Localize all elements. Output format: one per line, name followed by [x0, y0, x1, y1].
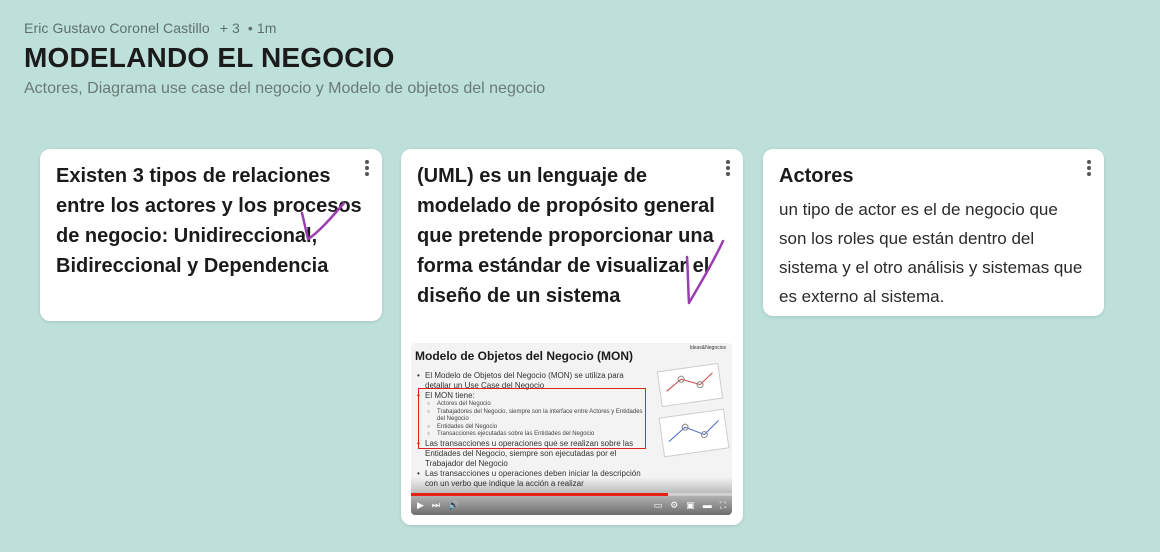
board-header: Eric Gustavo Coronel Castillo + 3 • 1m M… — [24, 20, 545, 98]
post-card-relations[interactable]: Existen 3 tipos de relaciones entre los … — [40, 149, 382, 321]
post-title: Existen 3 tipos de relaciones entre los … — [56, 165, 362, 277]
video-player[interactable]: Modelo de Objetos del Negocio (MON) Idea… — [411, 343, 732, 515]
board-title: MODELANDO EL NEGOCIO — [24, 42, 395, 73]
volume-icon[interactable]: 🔊 — [448, 499, 459, 511]
miniplayer-icon[interactable]: ▣ — [686, 499, 695, 511]
subtitles-icon[interactable]: ▭ — [654, 499, 663, 511]
play-icon[interactable]: ▶ — [417, 499, 424, 511]
post-card-uml[interactable]: (UML) es un lenguaje de modelado de prop… — [401, 149, 743, 525]
author-name[interactable]: Eric Gustavo Coronel Castillo — [24, 20, 210, 36]
post-time: • 1m — [247, 20, 277, 36]
theater-icon[interactable]: ▬ — [703, 499, 712, 511]
more-options-icon[interactable] — [1084, 159, 1094, 177]
video-progress-fill — [411, 493, 668, 496]
post-body: un tipo de actor es el de negocio que so… — [779, 200, 1083, 306]
post-meta: Eric Gustavo Coronel Castillo + 3 • 1m — [24, 20, 545, 36]
more-options-icon[interactable] — [362, 159, 372, 177]
post-card-actores[interactable]: Actores un tipo de actor es el de negoci… — [763, 149, 1104, 316]
slide-title: Modelo de Objetos del Negocio (MON) — [415, 349, 634, 363]
fullscreen-icon[interactable]: ⛶ — [720, 499, 726, 511]
video-progress-bar[interactable] — [411, 493, 732, 496]
post-title: (UML) es un lenguaje de modelado de prop… — [417, 165, 715, 307]
board-subtitle: Actores, Diagrama use case del negocio y… — [24, 80, 546, 97]
next-icon[interactable]: ⏭ — [432, 499, 440, 511]
more-options-icon[interactable] — [723, 159, 733, 177]
settings-icon[interactable]: ⚙ — [670, 499, 678, 511]
diagram-thumbnail — [658, 408, 730, 458]
post-title: Actores — [779, 165, 854, 187]
contributors-count[interactable]: + 3 — [220, 20, 240, 36]
slide-logo: Ideas&Negocios — [689, 345, 726, 351]
video-controls: ▶ ⏭ 🔊 ▭ ⚙ ▣ ▬ ⛶ — [417, 498, 726, 512]
highlight-box — [418, 388, 646, 449]
diagram-thumbnail — [656, 362, 724, 408]
